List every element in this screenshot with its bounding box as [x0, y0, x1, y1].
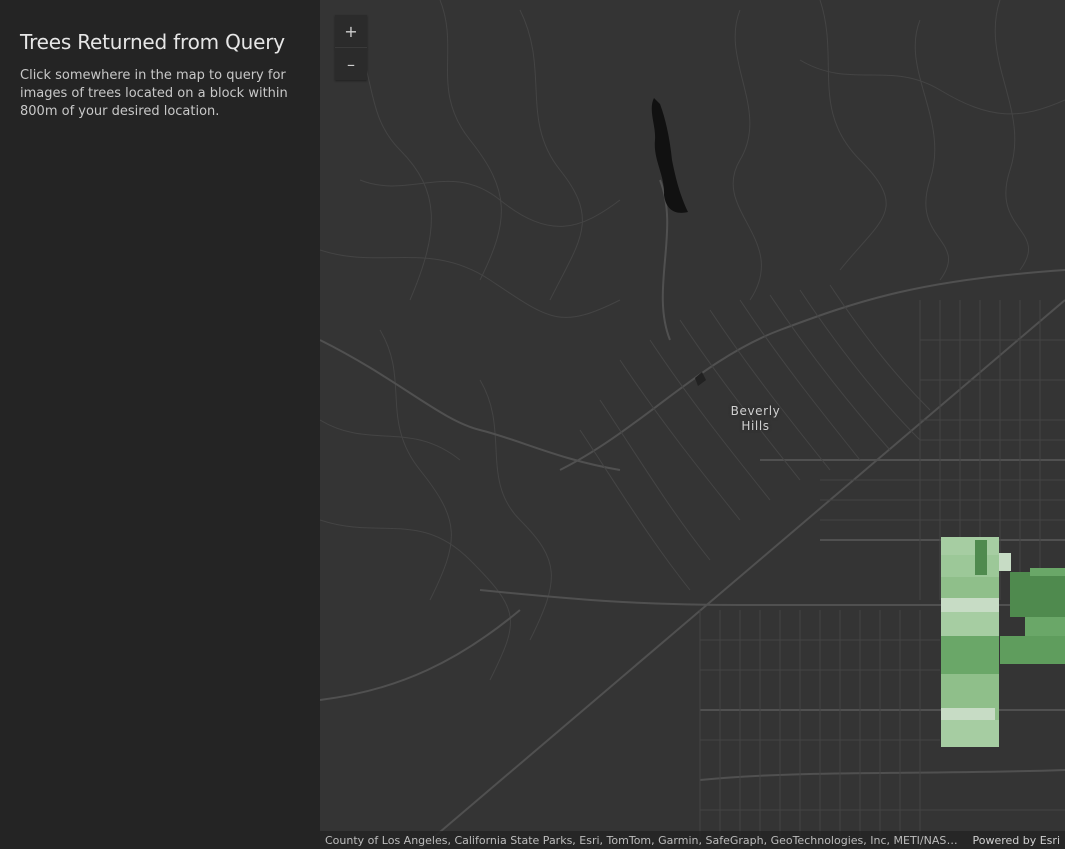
- zoom-out-button[interactable]: –: [335, 48, 367, 80]
- panel-description: Click somewhere in the map to query for …: [20, 68, 288, 119]
- map-attribution: County of Los Angeles, California State …: [320, 831, 1065, 849]
- place-label-line: Beverly: [730, 404, 781, 418]
- minus-icon: –: [347, 54, 355, 74]
- basemap: [320, 0, 1065, 849]
- place-label-line: Hills: [741, 419, 770, 433]
- plus-icon: +: [344, 21, 358, 41]
- place-label-beverly-hills: Beverly Hills: [713, 404, 798, 434]
- attribution-text[interactable]: County of Los Angeles, California State …: [325, 834, 964, 847]
- zoom-in-button[interactable]: +: [335, 15, 367, 48]
- map-view[interactable]: + – Beverly Hills County of Los Angeles,…: [320, 0, 1065, 849]
- sidebar-panel: Trees Returned from Query Click somewher…: [0, 0, 320, 849]
- panel-title: Trees Returned from Query: [20, 30, 285, 54]
- powered-by-esri-link[interactable]: Powered by Esri: [972, 834, 1060, 847]
